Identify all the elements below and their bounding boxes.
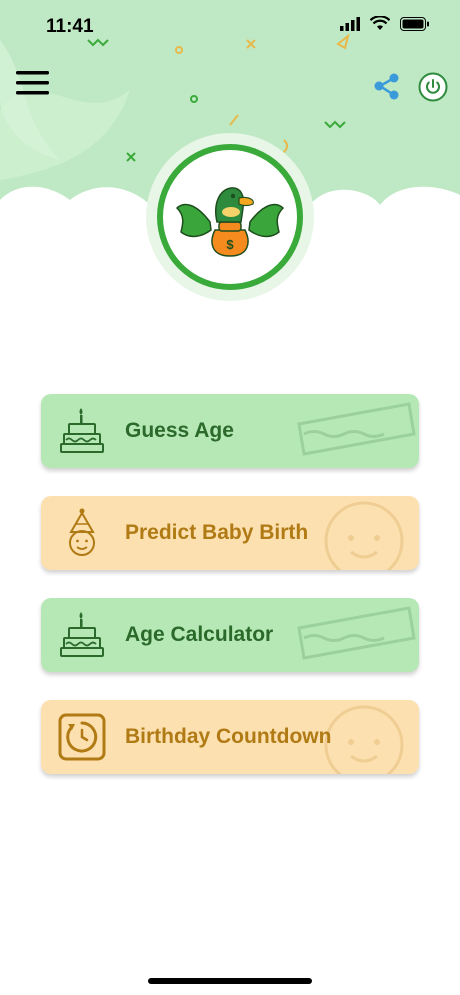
baby-party-hat-icon: [69, 508, 95, 556]
power-button[interactable]: [418, 72, 448, 102]
guess-age-label: Guess Age: [125, 419, 234, 442]
cake-background-art: [297, 606, 416, 660]
cake-background-art: [297, 402, 416, 456]
status-bar: 11:41: [0, 0, 460, 50]
birthday-countdown-label: Birthday Countdown: [125, 725, 332, 748]
duck-money-bag-logo: $: [146, 133, 314, 301]
status-time: 11:41: [46, 16, 94, 37]
hamburger-menu-icon: [16, 71, 49, 95]
age-calculator-label: Age Calculator: [125, 623, 274, 646]
predict-baby-birth-button[interactable]: Predict Baby Birth: [41, 496, 419, 570]
cellular-signal-icon: [340, 16, 360, 31]
power-icon: [418, 72, 448, 102]
home-indicator[interactable]: [148, 978, 312, 984]
app-logo: $: [145, 132, 315, 302]
birthday-cake-icon: [60, 408, 104, 453]
share-icon: [374, 73, 399, 100]
predict-baby-birth-label: Predict Baby Birth: [125, 521, 309, 544]
age-calculator-button[interactable]: Age Calculator: [41, 598, 419, 672]
hamburger-menu-button[interactable]: [16, 68, 50, 98]
birthday-cake-icon: [60, 612, 104, 657]
main-menu: Guess Age Predict Baby Birth Age Calcula…: [41, 394, 419, 802]
share-button[interactable]: [372, 72, 402, 102]
baby-background-art: [324, 501, 404, 570]
svg-text:$: $: [226, 237, 234, 252]
countdown-timer-icon: [58, 713, 106, 761]
battery-icon: [400, 16, 429, 31]
wifi-icon: [370, 16, 390, 30]
status-icons: [340, 16, 430, 31]
birthday-countdown-button[interactable]: Birthday Countdown: [41, 700, 419, 774]
guess-age-button[interactable]: Guess Age: [41, 394, 419, 468]
